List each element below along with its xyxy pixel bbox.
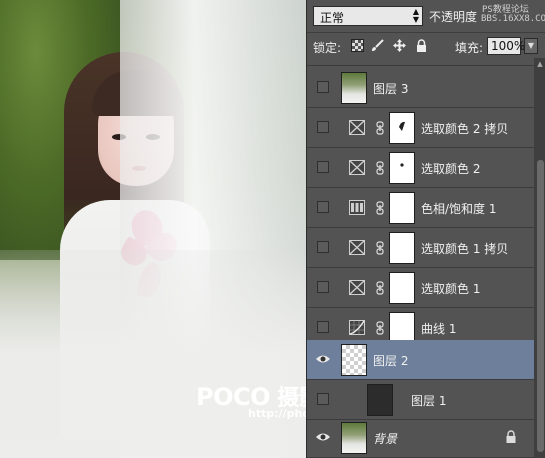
layer-name[interactable]: 选取颜色 1	[421, 280, 480, 297]
visibility-toggle[interactable]	[317, 161, 329, 173]
lock-label: 锁定:	[313, 41, 342, 55]
lock-image-pixels-icon[interactable]	[371, 39, 384, 52]
fill-dropdown-arrow-icon[interactable]: ▼	[524, 38, 538, 54]
visibility-toggle[interactable]	[317, 201, 329, 213]
layer-name[interactable]: 选取颜色 2	[421, 160, 480, 177]
link-icon[interactable]	[375, 321, 385, 335]
fill-input[interactable]: 100%	[487, 37, 525, 55]
layers-panel: 正常 ▲ ▼ 不透明度 PS教程论坛 BBS.16XX8.COM 锁定: 填充: …	[306, 0, 545, 458]
layer-name[interactable]: 曲线 1	[421, 320, 456, 337]
selective-color-icon	[349, 120, 365, 135]
layer-thumbnail	[341, 422, 367, 454]
layer-name[interactable]: 图层 2	[373, 352, 408, 369]
blend-mode-select[interactable]: 正常 ▲ ▼	[313, 6, 423, 26]
layers-list: 图层 3 选取颜色 2 拷贝 选取颜色 2 色相/饱和度 1 选取颜色 1 拷贝…	[307, 58, 534, 458]
layer-row[interactable]: 色相/饱和度 1	[307, 188, 534, 228]
blend-mode-value: 正常	[320, 11, 345, 25]
curves-icon	[349, 320, 365, 335]
layer-thumbnail	[341, 344, 367, 376]
link-icon[interactable]	[375, 281, 385, 295]
layer-name[interactable]: 背景	[373, 430, 397, 447]
layer-name[interactable]: 选取颜色 2 拷贝	[421, 120, 508, 137]
select-arrows-icon: ▲ ▼	[412, 7, 419, 24]
layer-row[interactable]: 选取颜色 1	[307, 268, 534, 308]
layer-row-selected[interactable]: 图层 2	[307, 340, 534, 380]
hue-saturation-icon	[349, 200, 365, 215]
visibility-toggle[interactable]	[317, 81, 329, 93]
visibility-toggle[interactable]	[317, 281, 329, 293]
link-icon[interactable]	[375, 161, 385, 175]
layer-mask-thumbnail[interactable]	[389, 272, 415, 304]
photo-veil-lower	[0, 250, 306, 458]
layer-row[interactable]: 图层 3	[307, 68, 534, 108]
lock-position-icon[interactable]	[393, 39, 406, 52]
eye-icon[interactable]	[315, 353, 331, 365]
visibility-toggle[interactable]	[317, 393, 329, 405]
selective-color-icon	[349, 240, 365, 255]
layer-name[interactable]: 选取颜色 1 拷贝	[421, 240, 508, 257]
layer-row[interactable]: 背景	[307, 418, 534, 458]
opacity-label: 不透明度	[429, 10, 478, 24]
layer-name[interactable]: 图层 1	[411, 392, 446, 409]
layer-name[interactable]: 色相/饱和度 1	[421, 200, 497, 217]
selective-color-icon	[349, 280, 365, 295]
layer-row[interactable]: 选取颜色 1 拷贝	[307, 228, 534, 268]
layer-mask-thumbnail[interactable]	[389, 192, 415, 224]
layer-mask-thumbnail[interactable]	[389, 152, 415, 184]
link-icon[interactable]	[375, 201, 385, 215]
lock-icon	[506, 430, 516, 443]
layer-thumbnail	[341, 72, 367, 104]
visibility-toggle[interactable]	[317, 121, 329, 133]
lock-all-icon[interactable]	[415, 39, 428, 52]
visibility-toggle[interactable]	[317, 321, 329, 333]
lock-transparent-pixels-icon[interactable]	[351, 39, 364, 52]
scrollbar-thumb[interactable]	[537, 160, 544, 452]
scroll-up-arrow-icon[interactable]: ▲	[535, 60, 545, 70]
layer-mask-thumbnail[interactable]	[389, 232, 415, 264]
layer-row-partial	[307, 58, 534, 66]
eye-icon[interactable]	[315, 431, 331, 443]
site-tag-bottom: BBS.16XX8.COM	[481, 14, 545, 24]
visibility-toggle[interactable]	[317, 241, 329, 253]
layer-name[interactable]: 图层 3	[373, 80, 408, 97]
layer-row[interactable]: 选取颜色 2 拷贝	[307, 108, 534, 148]
layer-thumbnail	[367, 384, 393, 416]
fill-label: 填充:	[455, 41, 484, 55]
layer-row[interactable]: 图层 1	[307, 380, 534, 420]
link-icon[interactable]	[375, 121, 385, 135]
layers-toolbar-top: 正常 ▲ ▼ 不透明度 PS教程论坛 BBS.16XX8.COM	[307, 0, 545, 32]
selective-color-icon	[349, 160, 365, 175]
layer-row[interactable]: 选取颜色 2	[307, 148, 534, 188]
link-icon[interactable]	[375, 241, 385, 255]
layer-mask-thumbnail[interactable]	[389, 112, 415, 144]
layers-toolbar-lock: 锁定: 填充: 100% ▼	[307, 32, 545, 58]
